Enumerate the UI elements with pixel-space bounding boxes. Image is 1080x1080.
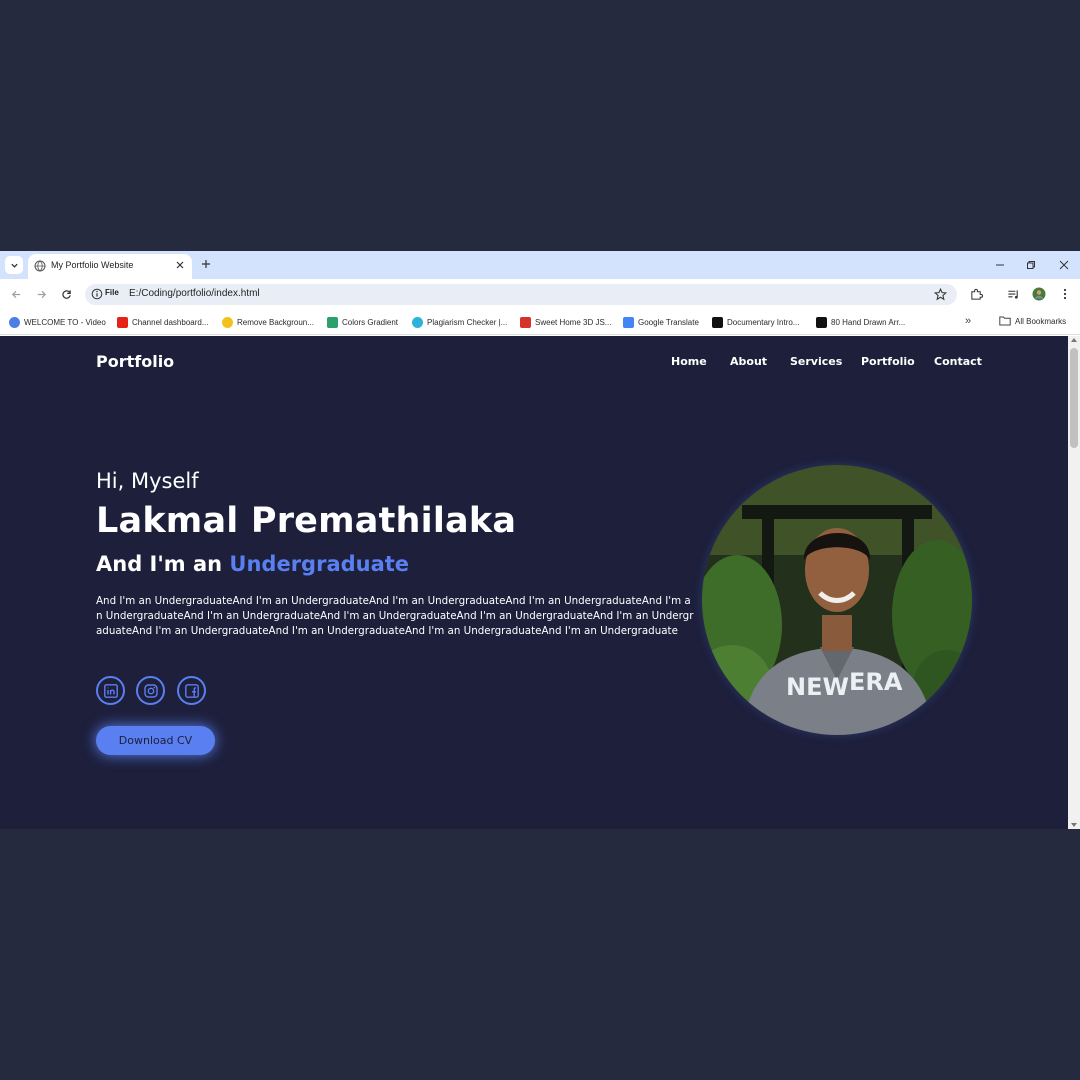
hero-greeting: Hi, Myself: [96, 469, 199, 493]
reload-icon: [61, 289, 71, 299]
bookmark-label: 80 Hand Drawn Arr...: [831, 317, 906, 327]
browser-toolbar: File E:/Coding/portfolio/index.html: [0, 279, 1080, 308]
linkedin-link[interactable]: [96, 676, 125, 705]
all-bookmarks-label: All Bookmarks: [1015, 316, 1067, 326]
bookmark-label: Channel dashboard...: [132, 317, 209, 327]
bookmark-label: Sweet Home 3D JS...: [535, 317, 612, 327]
close-icon: [1059, 260, 1069, 270]
bookmark-item[interactable]: Sweet Home 3D JS...: [520, 316, 611, 328]
bookmark-favicon-icon: [9, 316, 20, 328]
more-bookmarks-button[interactable]: »: [965, 315, 971, 327]
avatar-icon: [1032, 287, 1046, 301]
browser-menu-button[interactable]: [1058, 287, 1072, 301]
folder-icon: [999, 316, 1011, 326]
close-tab-button[interactable]: [174, 259, 186, 271]
nav-home[interactable]: Home: [671, 355, 707, 368]
hero-role: And I'm an Undergraduate: [96, 552, 409, 576]
arrow-right-icon: [37, 290, 46, 298]
scroll-down-icon[interactable]: [1071, 823, 1077, 827]
scroll-up-icon[interactable]: [1071, 338, 1077, 342]
nav-services[interactable]: Services: [790, 355, 842, 368]
minimize-button[interactable]: [993, 258, 1007, 272]
role-highlight: Undergraduate: [229, 552, 410, 576]
hero-name: Lakmal Premathilaka: [96, 501, 517, 541]
nav-contact[interactable]: Contact: [934, 355, 982, 368]
bookmark-label: Colors Gradient: [342, 317, 399, 327]
bookmark-favicon-icon: [327, 316, 338, 328]
address-bar[interactable]: File E:/Coding/portfolio/index.html: [85, 284, 957, 305]
reload-button[interactable]: [59, 287, 73, 301]
bookmark-label: Plagiarism Checker |...: [427, 317, 508, 327]
bookmark-favicon-icon: [222, 316, 233, 328]
browser-window: My Portfolio Website File E:/Coding/port…: [0, 251, 1080, 829]
bookmark-item[interactable]: Google Translate: [623, 316, 699, 328]
all-bookmarks-button[interactable]: All Bookmarks: [999, 316, 1066, 326]
back-button[interactable]: [9, 287, 23, 301]
restore-button[interactable]: [1024, 258, 1038, 272]
restore-icon: [1027, 261, 1035, 269]
playlist-icon: [1007, 289, 1018, 299]
bookmark-label: Documentary Intro...: [727, 317, 800, 327]
facebook-icon: [184, 683, 199, 698]
close-icon: [176, 261, 184, 269]
svg-text:NEW: NEW: [786, 673, 849, 701]
tab-title: My Portfolio Website: [51, 260, 134, 270]
forward-button[interactable]: [34, 287, 48, 301]
bookmark-star-icon[interactable]: [934, 288, 947, 301]
media-controls-button[interactable]: [1006, 287, 1020, 301]
nav-about[interactable]: About: [730, 355, 767, 368]
tab-portfolio[interactable]: My Portfolio Website: [28, 254, 192, 279]
site-logo[interactable]: Portfolio: [96, 352, 174, 371]
extensions-button[interactable]: [969, 287, 983, 301]
bookmark-item[interactable]: Remove Backgroun...: [222, 316, 314, 328]
bookmark-item[interactable]: Documentary Intro...: [712, 316, 799, 328]
arrow-left-icon: [11, 290, 20, 298]
bookmark-item[interactable]: WELCOME TO - Video: [9, 316, 106, 328]
download-cv-button[interactable]: Download CV: [96, 726, 215, 755]
hero-description: And I'm an UndergraduateAnd I'm an Under…: [96, 595, 694, 638]
profile-photo-illustration: NEW ERA: [702, 465, 972, 735]
puzzle-icon: [970, 288, 983, 300]
youtube-icon: [117, 316, 128, 328]
instagram-link[interactable]: [136, 676, 165, 705]
instagram-icon: [143, 683, 158, 698]
url-text[interactable]: E:/Coding/portfolio/index.html: [129, 288, 260, 299]
tab-bar: My Portfolio Website: [0, 251, 1080, 279]
scrollbar-thumb[interactable]: [1070, 348, 1078, 448]
globe-icon: [34, 260, 46, 272]
bookmark-item[interactable]: Colors Gradient: [327, 316, 398, 328]
bookmarks-bar: WELCOME TO - Video Channel dashboard... …: [0, 308, 1080, 335]
bookmark-label: Remove Backgroun...: [237, 317, 314, 327]
bookmark-label: WELCOME TO - Video: [24, 317, 106, 327]
bookmark-favicon-icon: [816, 316, 827, 328]
more-vertical-icon: [1063, 288, 1067, 300]
chevron-down-icon: [10, 263, 18, 268]
facebook-link[interactable]: [177, 676, 206, 705]
nav-portfolio[interactable]: Portfolio: [861, 355, 915, 368]
minimize-icon: [996, 264, 1004, 266]
bookmark-favicon-icon: [712, 316, 723, 328]
profile-avatar-button[interactable]: [1032, 287, 1046, 301]
file-chip: File: [105, 288, 119, 297]
google-translate-icon: [623, 316, 634, 328]
linkedin-icon: [103, 683, 118, 698]
role-prefix: And I'm an: [96, 552, 230, 576]
bookmark-favicon-icon: [520, 316, 531, 328]
info-icon: [91, 288, 103, 300]
plus-icon: [202, 260, 210, 268]
tab-search-button[interactable]: [5, 256, 23, 274]
profile-photo: NEW ERA: [702, 465, 972, 735]
bookmark-favicon-icon: [412, 316, 423, 328]
close-window-button[interactable]: [1057, 258, 1071, 272]
page-scrollbar[interactable]: [1068, 336, 1080, 829]
page-viewport: Portfolio Home About Services Portfolio …: [0, 336, 1068, 829]
new-tab-button[interactable]: [199, 257, 213, 271]
bookmark-item[interactable]: 80 Hand Drawn Arr...: [816, 316, 905, 328]
bookmark-item[interactable]: Plagiarism Checker |...: [412, 316, 507, 328]
bookmark-label: Google Translate: [638, 317, 699, 327]
svg-text:ERA: ERA: [849, 668, 903, 696]
bookmark-item[interactable]: Channel dashboard...: [117, 316, 209, 328]
